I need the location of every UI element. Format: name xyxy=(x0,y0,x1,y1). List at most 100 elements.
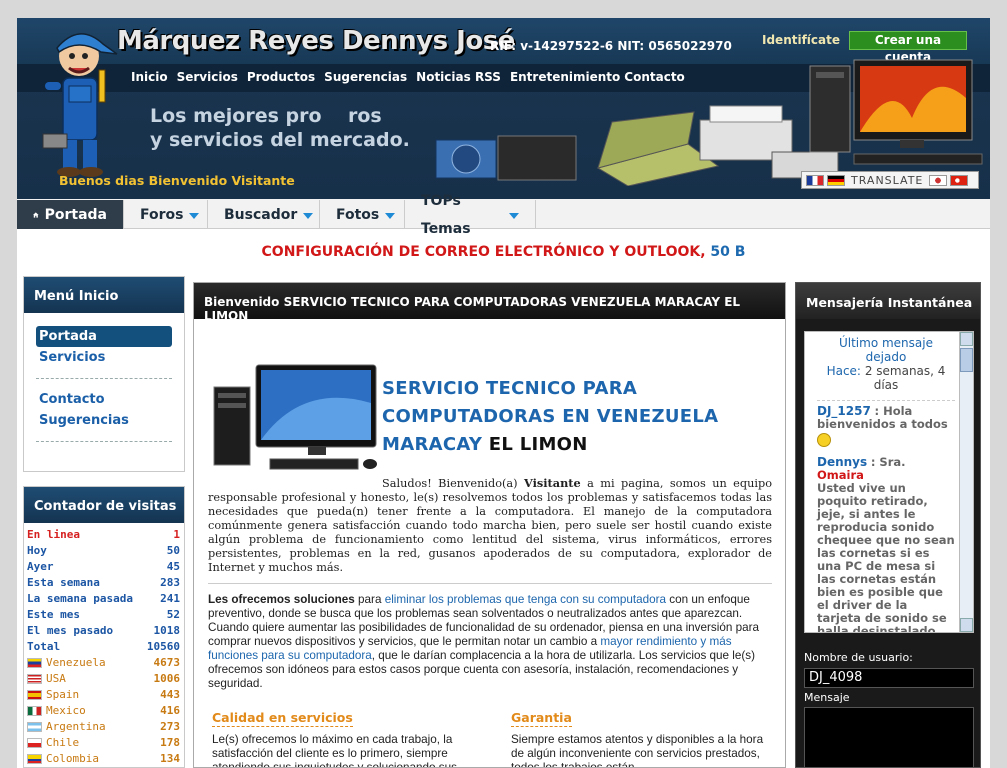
technician-mascot-logo xyxy=(42,33,118,177)
scrollbar[interactable] xyxy=(959,332,973,632)
flag-chile-icon xyxy=(27,738,42,748)
home-icon xyxy=(33,211,39,218)
counter-label: Total xyxy=(27,640,61,653)
country-label: USA xyxy=(46,672,66,685)
slogan-line-1: Los mejores pro ros xyxy=(150,105,382,127)
greeting-text: Buenos dias Bienvenido Visitante xyxy=(59,173,295,188)
chevron-down-icon xyxy=(303,212,314,219)
chat-username[interactable]: DJ_1257 xyxy=(817,404,871,418)
counter-row: El mes pasado 1018 xyxy=(24,623,184,639)
warranty-text: Siempre estamos atentos y disponibles a … xyxy=(511,733,764,768)
login-link[interactable]: Identifícate xyxy=(762,33,840,47)
ago-value: 2 semanas, 4 días xyxy=(864,364,946,392)
nav-productos[interactable]: Productos xyxy=(247,70,315,84)
counter-label: En linea xyxy=(27,528,80,541)
computer-devices-banner-image xyxy=(435,59,983,186)
counter-value: 10560 xyxy=(146,640,180,653)
counter-value: 1018 xyxy=(153,624,181,637)
signup-button[interactable]: Crear una cuenta xyxy=(849,31,967,64)
counter-title: Contador de visitas xyxy=(24,487,184,523)
message-input[interactable] xyxy=(804,707,974,767)
flag-venezuela-icon xyxy=(27,658,42,668)
news-ticker[interactable]: CONFIGURACIÓN DE CORREO ELECTRÓNICO Y OU… xyxy=(17,230,990,276)
flag-mexico-icon xyxy=(27,706,42,716)
country-value: 443 xyxy=(160,688,180,701)
content-header: Bienvenido SERVICIO TECNICO PARA COMPUTA… xyxy=(194,283,785,323)
chat-text: Usted vive un poquito retirado, jeje, si… xyxy=(817,481,955,633)
tab-tops-temas[interactable]: TOPs Temas xyxy=(405,193,536,237)
country-row: Argentina 273 xyxy=(24,719,184,735)
tab-fotos[interactable]: Fotos xyxy=(320,200,405,229)
p1-start: Saludos! Bienvenido(a) xyxy=(382,477,518,490)
title-bold: EL LIMON xyxy=(488,434,588,455)
chevron-down-icon xyxy=(385,212,396,219)
quality-title: Calidad en servicios xyxy=(212,710,353,727)
counter-value: 52 xyxy=(166,608,180,621)
chevron-down-icon xyxy=(509,212,519,219)
country-row: Chile 178 xyxy=(24,735,184,751)
counter-label: Este mes xyxy=(27,608,80,621)
menu-item-servicios[interactable]: Servicios xyxy=(36,347,172,368)
username-input[interactable]: DJ_4098 xyxy=(804,668,974,688)
tab-buscador[interactable]: Buscador xyxy=(208,200,320,229)
last-message-info: Último mensaje dejado Hace: 2 semanas, 4… xyxy=(817,336,955,392)
country-label: Mexico xyxy=(46,704,86,717)
country-label: Chile xyxy=(46,736,80,749)
menu-item-contacto[interactable]: Contacto xyxy=(36,389,172,410)
divider xyxy=(36,441,172,442)
main-tabs: Portada Foros Buscador Fotos TOPs Temas xyxy=(17,193,990,237)
flag-germany-icon[interactable] xyxy=(827,174,845,186)
counter-label: Esta semana xyxy=(27,576,100,589)
p2-text: para xyxy=(358,593,382,606)
menu-item-portada[interactable]: Portada xyxy=(36,326,172,347)
tab-foros[interactable]: Foros xyxy=(124,200,208,229)
chat-title: Mensajería Instantánea xyxy=(796,283,980,319)
warranty-title: Garantia xyxy=(511,710,572,727)
nav-servicios[interactable]: Servicios xyxy=(177,70,238,84)
counter-label: El mes pasado xyxy=(27,624,114,637)
title-line: MARACAY xyxy=(382,434,483,455)
flag-korea-icon[interactable] xyxy=(929,174,948,186)
slogan-line-2: y servicios del mercado. xyxy=(150,129,410,151)
flag-france-icon[interactable] xyxy=(806,174,824,186)
counter-value: 241 xyxy=(160,592,180,605)
counter-label: Hoy xyxy=(27,544,47,557)
smiley-icon xyxy=(817,433,831,447)
chat-box: Mensajería Instantánea Último mensaje de… xyxy=(795,282,981,768)
site-header: Márquez Reyes Dennys José RIF: v-1429752… xyxy=(17,18,990,199)
flag-turkey-icon[interactable] xyxy=(950,174,969,186)
tab-portada[interactable]: Portada xyxy=(17,200,124,229)
left-menu-title: Menú Inicio xyxy=(24,277,184,313)
shoutbox-messages[interactable]: Último mensaje dejado Hace: 2 semanas, 4… xyxy=(804,331,974,633)
menu-item-sugerencias[interactable]: Sugerencias xyxy=(36,410,172,431)
title-line: COMPUTADORAS EN VENEZUELA xyxy=(382,406,719,427)
counter-row: La semana pasada 241 xyxy=(24,591,184,607)
ticker-size: 50 B xyxy=(710,244,746,260)
visitor-name: Visitante xyxy=(524,476,581,490)
chat-mention: Omaira xyxy=(817,468,864,482)
divider xyxy=(817,400,955,401)
scroll-thumb[interactable] xyxy=(960,348,973,372)
scroll-down-icon[interactable] xyxy=(960,618,973,632)
title-line: SERVICIO TECNICO PARA xyxy=(382,378,638,399)
country-row: USA 1006 xyxy=(24,671,184,687)
eliminate-problems-link[interactable]: eliminar los problemas que tenga con su … xyxy=(385,593,666,606)
tab-label: Foros xyxy=(140,206,184,223)
nav-inicio[interactable]: Inicio xyxy=(131,70,168,84)
country-label: Venezuela xyxy=(46,656,106,669)
country-value: 416 xyxy=(160,704,180,717)
counter-value: 1 xyxy=(173,528,180,541)
ticker-text: CONFIGURACIÓN DE CORREO ELECTRÓNICO Y OU… xyxy=(261,244,706,260)
scroll-up-icon[interactable] xyxy=(960,332,973,346)
chat-username[interactable]: Dennys xyxy=(817,455,867,469)
nav-sugerencias[interactable]: Sugerencias xyxy=(324,70,407,84)
tab-label: Buscador xyxy=(224,206,298,223)
chevron-down-icon xyxy=(189,212,200,219)
solutions-paragraph: Les ofrecemos soluciones para eliminar l… xyxy=(208,593,772,691)
counter-row: Este mes 52 xyxy=(24,607,184,623)
translate-widget[interactable]: TRANSLATE xyxy=(801,171,979,189)
quality-text: Le(s) ofrecemos lo máximo en cada trabaj… xyxy=(212,733,457,768)
counter-row: Esta semana 283 xyxy=(24,575,184,591)
country-row: Spain 443 xyxy=(24,687,184,703)
main-content-box: Bienvenido SERVICIO TECNICO PARA COMPUTA… xyxy=(193,282,786,768)
